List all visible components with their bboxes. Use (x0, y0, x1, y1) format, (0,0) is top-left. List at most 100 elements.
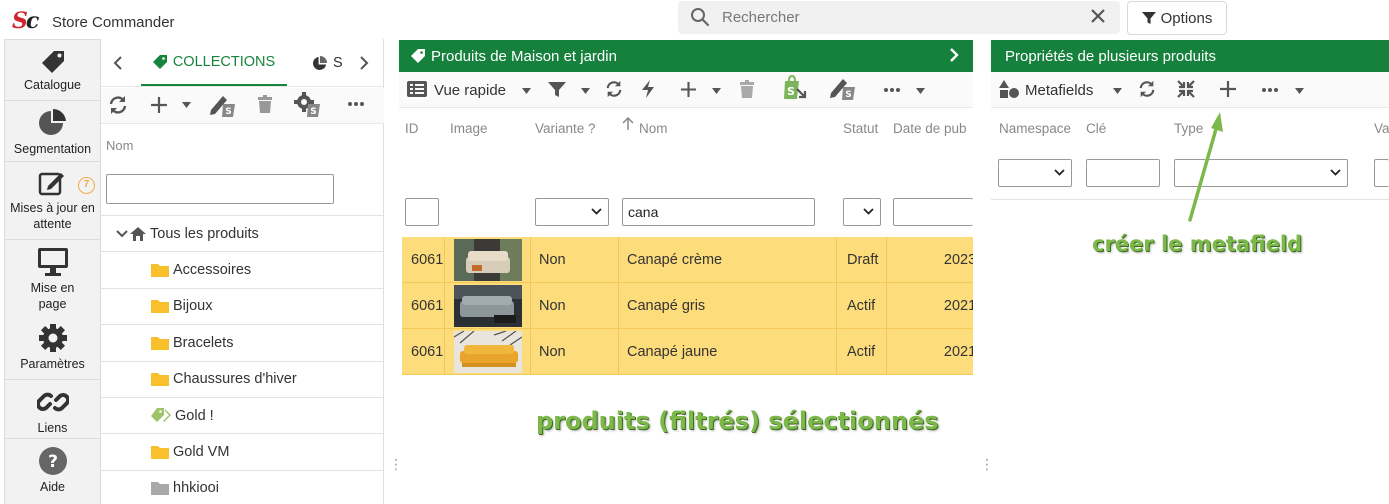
settings-shopify-icon[interactable]: S (294, 92, 322, 118)
cell-id[interactable]: 6061 (402, 237, 444, 283)
caret-down-icon[interactable] (712, 88, 721, 94)
tree-item-label: Bracelets (173, 334, 234, 351)
more-icon[interactable] (884, 88, 900, 92)
options-button[interactable]: Options (1127, 1, 1227, 35)
cell-variant[interactable]: Non (530, 237, 618, 283)
filter-date-input[interactable] (893, 198, 973, 226)
tree-item[interactable]: Tous les produits (101, 215, 383, 251)
column-header-status[interactable]: Statut (843, 121, 878, 136)
filter-value-input[interactable] (1374, 159, 1389, 187)
cell-name[interactable]: Canapé gris (618, 283, 836, 329)
tab-segments[interactable]: S (312, 40, 343, 86)
add-icon[interactable] (150, 96, 168, 114)
nav-catalogue[interactable]: Catalogue (5, 50, 100, 93)
tree-item[interactable]: Accessoires (101, 251, 383, 287)
nav-segmentation[interactable]: Segmentation (5, 108, 100, 157)
cell-name[interactable]: Canapé jaune (618, 329, 836, 375)
chevron-down-icon[interactable] (116, 229, 128, 238)
edit-shopify-icon[interactable]: S (209, 92, 237, 118)
caret-down-icon[interactable] (1113, 88, 1122, 94)
cell-id[interactable]: 6061 (402, 329, 444, 375)
filter-id-input[interactable] (405, 198, 439, 226)
tree-filter-input[interactable] (106, 174, 334, 204)
filter-namespace-select[interactable] (998, 159, 1072, 187)
pending-count-badge: 7 (78, 177, 95, 194)
add-icon[interactable] (680, 81, 697, 98)
compress-icon[interactable] (1177, 80, 1195, 98)
pie-chart-icon (312, 55, 327, 71)
caret-down-icon[interactable] (581, 88, 590, 94)
tab-collections[interactable]: COLLECTIONS (141, 40, 287, 86)
resize-handle[interactable]: ⋮ (980, 457, 994, 471)
resize-handle[interactable]: ⋮ (389, 457, 403, 471)
close-icon[interactable] (1089, 7, 1107, 25)
cell-date[interactable]: 2023- (886, 237, 973, 283)
refresh-icon[interactable] (108, 95, 128, 115)
tree-item[interactable]: hhkiooi (101, 469, 383, 504)
chevron-right-icon[interactable] (358, 55, 370, 71)
nav-links[interactable]: Liens (5, 387, 100, 436)
filter-icon[interactable] (548, 81, 566, 98)
cell-variant[interactable]: Non (530, 329, 618, 375)
nav-settings[interactable]: Paramètres (5, 323, 100, 372)
column-header-variant[interactable]: Variante ? (535, 121, 596, 136)
cell-date[interactable]: 2021- (886, 283, 973, 329)
nav-help[interactable]: ? Aide (5, 446, 100, 495)
shapes-icon[interactable] (999, 80, 1019, 98)
pie-chart-icon (5, 108, 100, 138)
column-header-name[interactable]: Nom (639, 121, 668, 136)
column-header-id[interactable]: ID (405, 121, 419, 136)
tree-item[interactable]: Gold VM (101, 433, 383, 469)
caret-down-icon[interactable] (916, 88, 925, 94)
shopify-sync-icon[interactable]: S (781, 75, 807, 101)
column-header-publish-date[interactable]: Date de pub (893, 121, 973, 136)
cell-status[interactable]: Draft (836, 237, 886, 283)
add-icon[interactable] (1219, 80, 1237, 98)
column-header-image[interactable]: Image (450, 121, 488, 136)
cell-status[interactable]: Actif (836, 329, 886, 375)
chevron-left-icon[interactable] (112, 55, 124, 71)
refresh-icon[interactable] (1138, 80, 1156, 98)
caret-down-icon[interactable] (182, 102, 191, 108)
cell-name[interactable]: Canapé crème (618, 237, 836, 283)
metafields-selector-label[interactable]: Metafields (1025, 82, 1093, 99)
cell-status[interactable]: Actif (836, 283, 886, 329)
tree-item[interactable]: Gold ! (101, 397, 383, 433)
nav-pending-updates[interactable]: Mises à jour en attente 7 (5, 169, 100, 232)
refresh-icon[interactable] (605, 80, 623, 98)
search-input[interactable] (722, 6, 1082, 28)
trash-icon[interactable] (739, 80, 755, 98)
trash-icon[interactable] (257, 95, 273, 113)
cell-variant[interactable]: Non (530, 283, 618, 329)
tree-item[interactable]: Bracelets (101, 324, 383, 360)
svg-text:S: S (845, 90, 851, 100)
filter-icon (1141, 11, 1156, 25)
filter-name-input[interactable] (622, 198, 815, 226)
more-icon[interactable] (1262, 88, 1278, 92)
column-header-value[interactable]: Va (1374, 121, 1389, 136)
bolt-icon[interactable] (641, 80, 655, 98)
filter-variant-select[interactable] (535, 198, 609, 226)
view-selector-label[interactable]: Vue rapide (434, 82, 506, 99)
cell-text: Draft (847, 252, 879, 268)
cell-text: Non (539, 344, 566, 360)
edit-shopify-icon[interactable]: S (829, 75, 857, 101)
cell-text: 6061 (411, 252, 444, 268)
tree-item[interactable]: Bijoux (101, 287, 383, 324)
table-row[interactable]: 6061 Non Canapé crème Draft 2023- (402, 237, 973, 283)
column-header-namespace[interactable]: Namespace (999, 121, 1071, 136)
chevron-right-icon[interactable] (949, 47, 959, 63)
cell-id[interactable]: 6061 (402, 283, 444, 329)
filter-key-input[interactable] (1086, 159, 1160, 187)
cell-date[interactable]: 2021- (886, 329, 973, 375)
column-header-key[interactable]: Clé (1086, 121, 1106, 136)
caret-down-icon[interactable] (522, 88, 531, 94)
caret-down-icon[interactable] (1295, 88, 1304, 94)
more-icon[interactable] (348, 102, 364, 106)
list-view-icon[interactable] (407, 81, 427, 97)
tree-item[interactable]: Chaussures d'hiver (101, 360, 383, 397)
table-row[interactable]: 6061 Non Canapé gris Actif 2021- (402, 283, 973, 329)
filter-status-select[interactable] (843, 198, 881, 226)
nav-layout[interactable]: Mise en page (5, 247, 100, 312)
table-row[interactable]: 6061 Non Canapé jaune Actif 2021- (402, 329, 973, 375)
